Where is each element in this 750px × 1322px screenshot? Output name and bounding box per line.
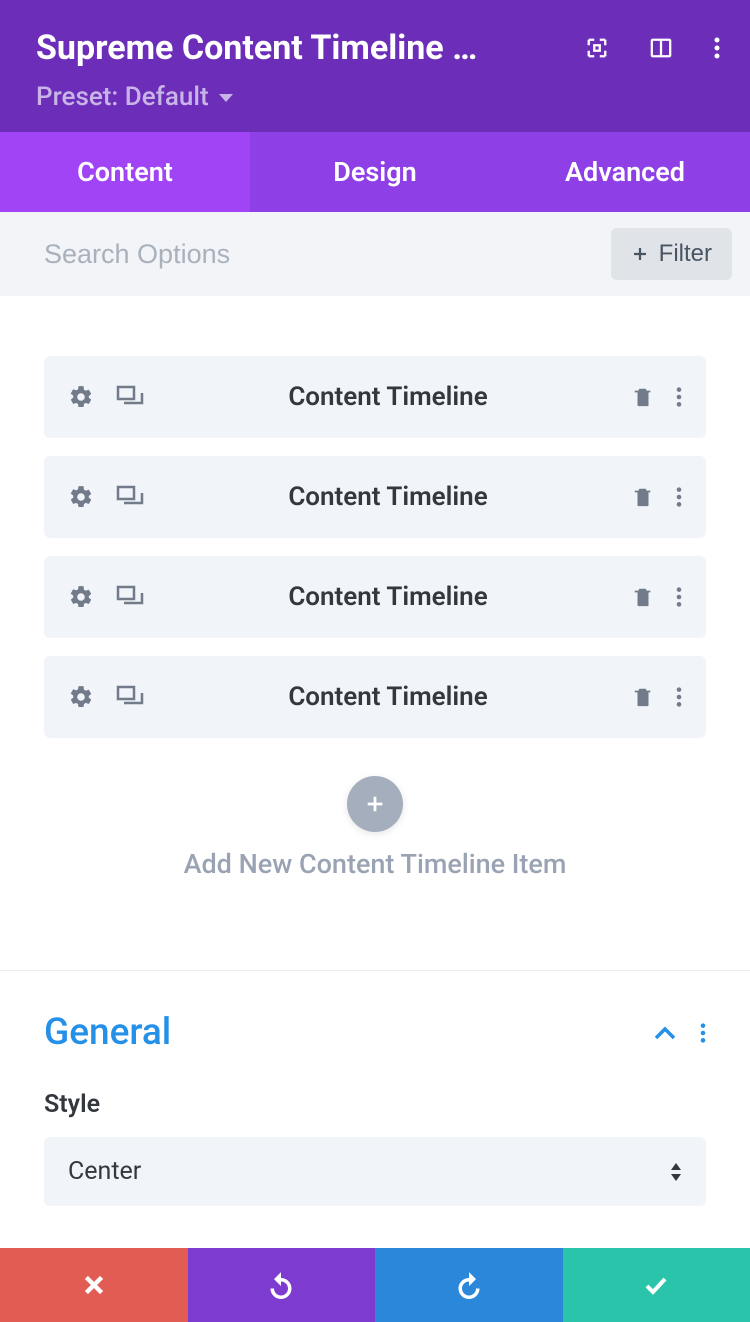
more-vertical-icon[interactable] <box>676 386 682 408</box>
preset-selector[interactable]: Preset: Default <box>36 82 720 112</box>
trash-icon[interactable] <box>632 485 654 509</box>
redo-button[interactable] <box>375 1248 563 1322</box>
filter-button[interactable]: Filter <box>611 228 732 280</box>
gear-icon[interactable] <box>68 484 94 510</box>
more-vertical-icon[interactable] <box>676 586 682 608</box>
preset-prefix: Preset: <box>36 82 118 112</box>
module-header: Supreme Content Timeline … <box>0 0 750 132</box>
more-vertical-icon[interactable] <box>700 1022 706 1044</box>
duplicate-icon[interactable] <box>116 685 144 709</box>
expand-icon[interactable] <box>586 37 608 59</box>
timeline-item[interactable]: Content Timeline <box>44 656 706 738</box>
undo-button[interactable] <box>188 1248 376 1322</box>
content-area: Content Timeline Content Timeline <box>0 296 750 1248</box>
columns-icon[interactable] <box>650 37 672 59</box>
duplicate-icon[interactable] <box>116 585 144 609</box>
add-new-section: Add New Content Timeline Item <box>44 756 706 930</box>
footer-actions <box>0 1248 750 1322</box>
close-icon <box>81 1272 107 1298</box>
gear-icon[interactable] <box>68 584 94 610</box>
style-value: Center <box>68 1157 141 1186</box>
style-select[interactable]: Center <box>44 1137 706 1206</box>
trash-icon[interactable] <box>632 685 654 709</box>
timeline-item-label: Content Timeline <box>144 382 632 412</box>
timeline-item[interactable]: Content Timeline <box>44 556 706 638</box>
trash-icon[interactable] <box>632 385 654 409</box>
cancel-button[interactable] <box>0 1248 188 1322</box>
undo-icon <box>266 1271 296 1299</box>
timeline-item[interactable]: Content Timeline <box>44 356 706 438</box>
add-new-button[interactable] <box>347 776 403 832</box>
select-arrows-icon <box>670 1163 682 1181</box>
style-label: Style <box>44 1090 706 1119</box>
redo-icon <box>454 1271 484 1299</box>
more-vertical-icon[interactable] <box>676 686 682 708</box>
more-vertical-icon[interactable] <box>676 486 682 508</box>
module-title: Supreme Content Timeline … <box>36 28 477 68</box>
tabs: Content Design Advanced <box>0 132 750 212</box>
duplicate-icon[interactable] <box>116 385 144 409</box>
trash-icon[interactable] <box>632 585 654 609</box>
tab-design[interactable]: Design <box>250 132 500 212</box>
search-row: Filter <box>0 212 750 296</box>
plus-icon <box>631 245 649 263</box>
duplicate-icon[interactable] <box>116 485 144 509</box>
gear-icon[interactable] <box>68 384 94 410</box>
filter-label: Filter <box>659 240 712 268</box>
save-button[interactable] <box>563 1248 750 1322</box>
timeline-item-label: Content Timeline <box>144 682 632 712</box>
gear-icon[interactable] <box>68 684 94 710</box>
timeline-item[interactable]: Content Timeline <box>44 456 706 538</box>
add-new-label: Add New Content Timeline Item <box>44 848 706 880</box>
general-section: General Style Center <box>0 971 750 1236</box>
preset-name: Default <box>125 82 209 112</box>
check-icon <box>641 1273 671 1297</box>
more-icon[interactable] <box>714 36 720 60</box>
tab-content[interactable]: Content <box>0 132 250 212</box>
timeline-item-label: Content Timeline <box>144 482 632 512</box>
search-input[interactable] <box>44 239 611 270</box>
plus-icon <box>364 793 386 815</box>
caret-down-icon <box>219 88 233 107</box>
tab-advanced[interactable]: Advanced <box>500 132 750 212</box>
timeline-items-list: Content Timeline Content Timeline <box>0 296 750 970</box>
chevron-up-icon[interactable] <box>654 1026 676 1040</box>
general-title[interactable]: General <box>44 1011 171 1054</box>
timeline-item-label: Content Timeline <box>144 582 632 612</box>
